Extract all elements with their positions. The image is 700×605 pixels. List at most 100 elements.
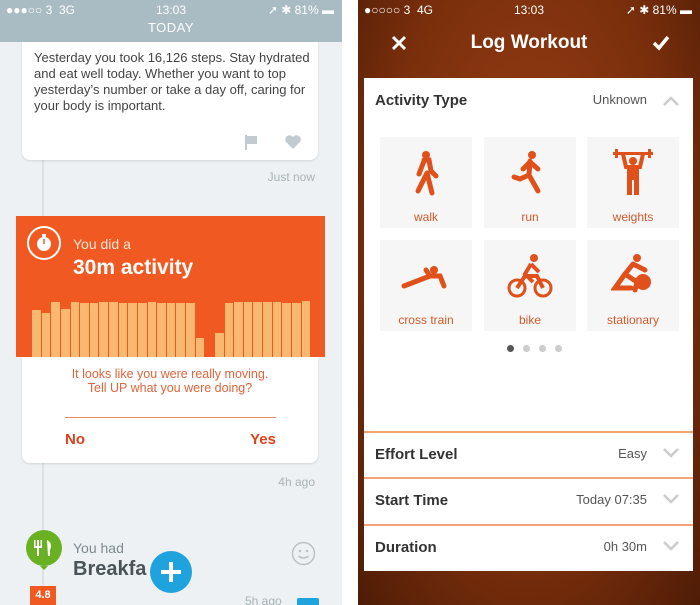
timestamp: 5h ago — [245, 594, 282, 605]
timestamp: Just now — [267, 170, 315, 184]
activity-walk[interactable]: walk — [380, 137, 472, 228]
activity-bar — [272, 302, 282, 357]
meal-pre: You had — [73, 540, 124, 556]
carrier: 3 — [45, 3, 53, 17]
stationary-bike-icon — [611, 254, 651, 293]
clock: 13:03 — [513, 3, 545, 17]
page-dot[interactable] — [555, 345, 562, 352]
activity-bar — [301, 300, 311, 357]
duration-row[interactable]: Duration 0h 30m — [364, 524, 693, 570]
page-dot[interactable] — [507, 345, 514, 352]
cross-train-icon — [401, 266, 447, 289]
activity-bar — [291, 303, 301, 357]
smiley-icon[interactable] — [291, 541, 316, 566]
activity-bar — [147, 302, 157, 357]
meal-title: Breakfa — [73, 558, 147, 580]
activity-bar — [243, 302, 253, 357]
activity-stationary[interactable]: stationary — [587, 240, 679, 331]
workout-form: Activity Type Unknown walk run weights c… — [364, 78, 693, 571]
no-button[interactable]: No — [65, 431, 85, 448]
chevron-down-icon[interactable] — [663, 448, 679, 458]
badge — [297, 598, 319, 605]
activity-bar — [214, 333, 224, 357]
activity-bar — [70, 302, 80, 357]
battery-percent: 81% — [652, 3, 677, 17]
activity-type-label: Activity Type — [375, 92, 468, 109]
header-title: TODAY — [147, 20, 195, 35]
page-indicator[interactable] — [507, 345, 562, 352]
activity-card-body: It looks like you were really moving. Te… — [22, 357, 318, 463]
start-time-row[interactable]: Start Time Today 07:35 — [364, 477, 693, 523]
weights-icon — [613, 149, 653, 195]
score-badge: 4.8 — [30, 586, 56, 605]
status-bar: ●○○○○ 3 4G 13:03 ➚ ✱ 81% ▬ — [358, 0, 700, 20]
activity-bar — [89, 302, 99, 357]
check-icon[interactable] — [652, 35, 670, 51]
page-dot[interactable] — [523, 345, 530, 352]
activity-card-header[interactable]: You did a 30m activity — [16, 216, 325, 357]
activity-bar — [166, 302, 176, 357]
activity-bar — [128, 302, 137, 357]
page-dot[interactable] — [539, 345, 546, 352]
activity-bar — [32, 309, 41, 357]
status-bar: ●●●○○ 3 3G 13:03 ➚ ✱ 81% ▬ TODAY — [0, 0, 342, 42]
activity-bar — [224, 302, 234, 357]
yes-button[interactable]: Yes — [250, 431, 276, 448]
flag-icon[interactable] — [244, 134, 258, 150]
network: 3G — [58, 3, 75, 17]
activity-type-value[interactable]: Unknown — [593, 92, 647, 107]
signal-carrier: ●○○○○ 3 4G — [364, 3, 433, 17]
plus-icon[interactable] — [150, 551, 192, 593]
timeline-screen: ●●●○○ 3 3G 13:03 ➚ ✱ 81% ▬ TODAY Yesterd… — [0, 0, 342, 605]
activity-title: 30m activity — [73, 256, 194, 279]
chevron-up-icon[interactable] — [663, 96, 679, 106]
activity-bar — [118, 302, 128, 357]
activity-weights[interactable]: weights — [587, 137, 679, 228]
stopwatch-icon — [27, 226, 61, 260]
heart-icon[interactable] — [284, 134, 302, 150]
effort-level-row[interactable]: Effort Level Easy — [364, 431, 693, 477]
activity-bar — [51, 302, 60, 357]
row-label: Effort Level — [375, 446, 458, 463]
activity-cross-train[interactable]: cross train — [380, 240, 472, 331]
fork-knife-icon — [26, 530, 62, 570]
activity-run[interactable]: run — [484, 137, 576, 228]
log-workout-screen: ●○○○○ 3 4G 13:03 ➚ ✱ 81% ▬ Log Workout A… — [358, 0, 700, 605]
chevron-down-icon[interactable] — [663, 494, 679, 504]
activity-bar — [60, 309, 70, 357]
activity-bar — [137, 302, 147, 357]
activity-chart — [32, 294, 311, 357]
activity-label: stationary — [606, 313, 660, 327]
run-icon — [511, 151, 541, 194]
activity-bar — [195, 338, 205, 357]
battery: ➚ ✱ 81% ▬ — [625, 3, 692, 17]
page-title: Log Workout — [470, 32, 588, 53]
activity-bar — [109, 302, 118, 357]
activity-bar — [282, 302, 291, 357]
activity-bar — [157, 302, 166, 357]
row-label: Duration — [375, 539, 437, 556]
activity-bar — [253, 302, 262, 357]
activity-label: weights — [612, 210, 654, 224]
activity-label: cross train — [398, 313, 454, 327]
activity-bar — [80, 302, 89, 357]
battery: ➚ ✱ 81% ▬ — [267, 3, 334, 17]
activity-bar — [186, 303, 195, 357]
row-label: Start Time — [375, 492, 449, 509]
network: 4G — [416, 3, 433, 17]
row-value: 0h 30m — [603, 539, 647, 554]
activity-label: walk — [413, 210, 438, 224]
clock: 13:03 — [155, 3, 187, 17]
activity-bike[interactable]: bike — [484, 240, 576, 331]
activity-bar — [41, 312, 51, 357]
row-value: Today 07:35 — [576, 492, 647, 507]
timestamp: 4h ago — [278, 475, 315, 489]
activity-label: bike — [518, 313, 541, 327]
row-value: Easy — [618, 446, 647, 461]
activity-bar — [176, 302, 185, 357]
message-text: Yesterday you took 16,126 steps. Stay hy… — [34, 50, 310, 113]
chevron-down-icon[interactable] — [663, 541, 679, 551]
activity-bar — [263, 302, 272, 357]
signal-carrier: ●●●○○ 3 3G — [6, 3, 75, 17]
message-card: Yesterday you took 16,126 steps. Stay hy… — [22, 42, 318, 160]
